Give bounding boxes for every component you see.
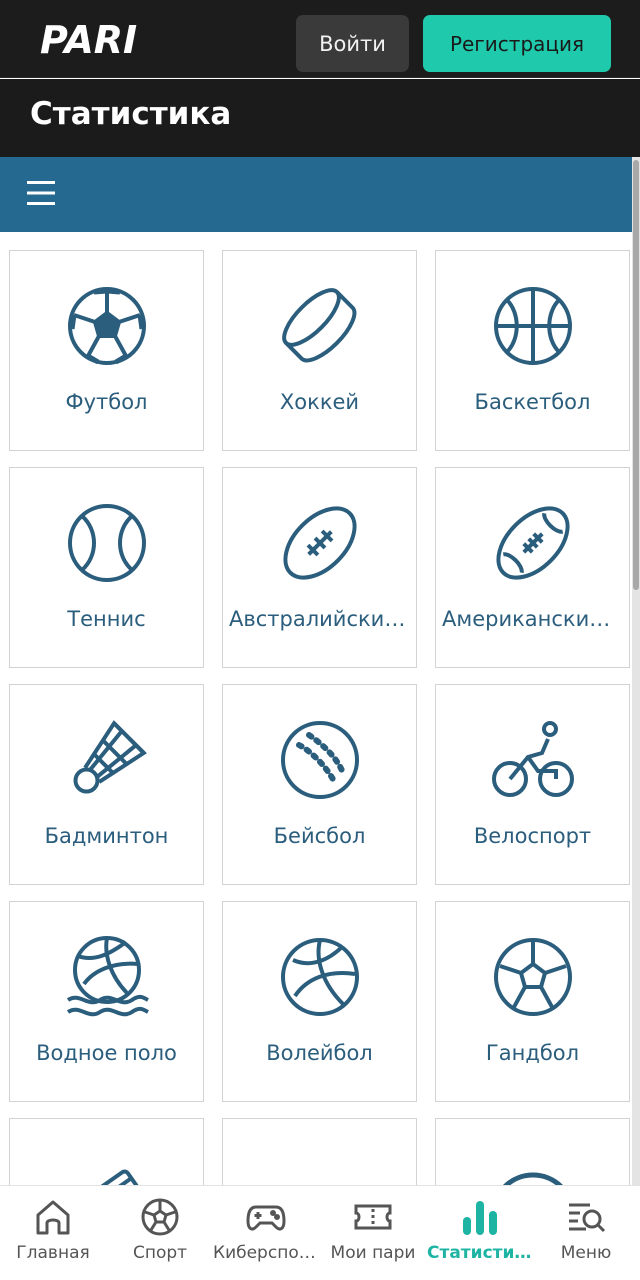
sport-tile-basketball[interactable]: Баскетбол [435,250,630,451]
basketball-icon [494,287,572,365]
sports-grid: Футбол Хоккей Баскетбол Теннис Австралий… [0,232,632,1185]
cyclist-icon [492,721,574,797]
sport-label: Волейбол [266,1041,373,1065]
nav-item-esports[interactable]: Киберспорт [213,1195,319,1270]
hockey-puck-icon [282,288,357,363]
sport-label: Американский футбол [442,607,623,631]
nav-label: Спорт [132,1243,188,1263]
sport-tile-partial[interactable] [435,1118,630,1185]
handball-icon [494,938,572,1016]
home-icon [36,1200,70,1235]
sport-tile-hockey[interactable]: Хоккей [222,250,417,451]
tennis-ball-icon [68,504,146,582]
menu-search-icon [569,1203,606,1233]
sport-tile-australian-football[interactable]: Австралийский футбол [222,467,417,668]
scrollbar-thumb[interactable] [633,160,639,590]
sport-label: Велоспорт [473,824,592,848]
sport-tile-water-polo[interactable]: Водное поло [9,901,204,1102]
page-title: Статистика [30,96,232,132]
ball-icon [141,1198,179,1236]
nav-item-statistics[interactable]: Статистика [427,1195,533,1270]
sport-label: Бейсбол [273,824,366,848]
baseball-icon [281,721,359,799]
sport-tile-american-football[interactable]: Американский футбол [435,467,630,668]
nav-label: Меню [560,1243,612,1263]
sport-label: Баскетбол [474,390,591,414]
nav-item-sport[interactable]: Спорт [107,1195,213,1270]
nav-label: Киберспорт [213,1243,319,1263]
sport-tile-football[interactable]: Футбол [9,250,204,451]
sport-label: Бадминтон [44,824,169,848]
sport-tile-partial[interactable] [222,1118,417,1185]
sport-tile-badminton[interactable]: Бадминтон [9,684,204,885]
sport-label: Австралийский футбол [229,607,410,631]
sport-label: Теннис [67,607,146,631]
partial-sport-icon [277,1151,363,1185]
sport-label: Водное поло [36,1041,177,1065]
sport-tile-cycling[interactable]: Велоспорт [435,684,630,885]
ticket-icon [354,1204,392,1230]
water-polo-icon [66,936,149,1017]
nav-label: Мои пари [330,1243,416,1263]
stats-icon [463,1201,497,1235]
register-button[interactable]: Регистрация [423,15,611,72]
nav-item-menu[interactable]: Меню [533,1195,639,1270]
sport-label: Гандбол [485,1041,580,1065]
partial-sport-icon [77,1169,141,1185]
sport-tile-baseball[interactable]: Бейсбол [222,684,417,885]
american-football-icon [496,506,570,580]
gamepad-icon [246,1205,286,1231]
sport-tile-volleyball[interactable]: Волейбол [222,901,417,1102]
sport-tile-tennis[interactable]: Теннис [9,467,204,668]
nav-item-home[interactable]: Главная [0,1195,106,1270]
sub-header [0,157,640,232]
sport-label: Хоккей [279,390,360,414]
football-icon [68,287,146,365]
nav-item-my-bets[interactable]: Мои пари [320,1195,426,1270]
nav-label: Главная [16,1243,90,1263]
pari-logo[interactable]: PARI [40,20,186,60]
login-button[interactable]: Войти [296,15,409,72]
rugby-ball-icon [283,506,357,580]
volleyball-icon [281,938,359,1016]
sport-tile-partial[interactable] [9,1118,204,1185]
nav-label: Статистика [427,1243,533,1263]
sport-tile-handball[interactable]: Гандбол [435,901,630,1102]
sport-label: Футбол [65,390,148,414]
shuttlecock-icon [73,720,147,794]
partial-sport-icon [502,1172,564,1185]
hamburger-icon[interactable] [27,180,57,206]
